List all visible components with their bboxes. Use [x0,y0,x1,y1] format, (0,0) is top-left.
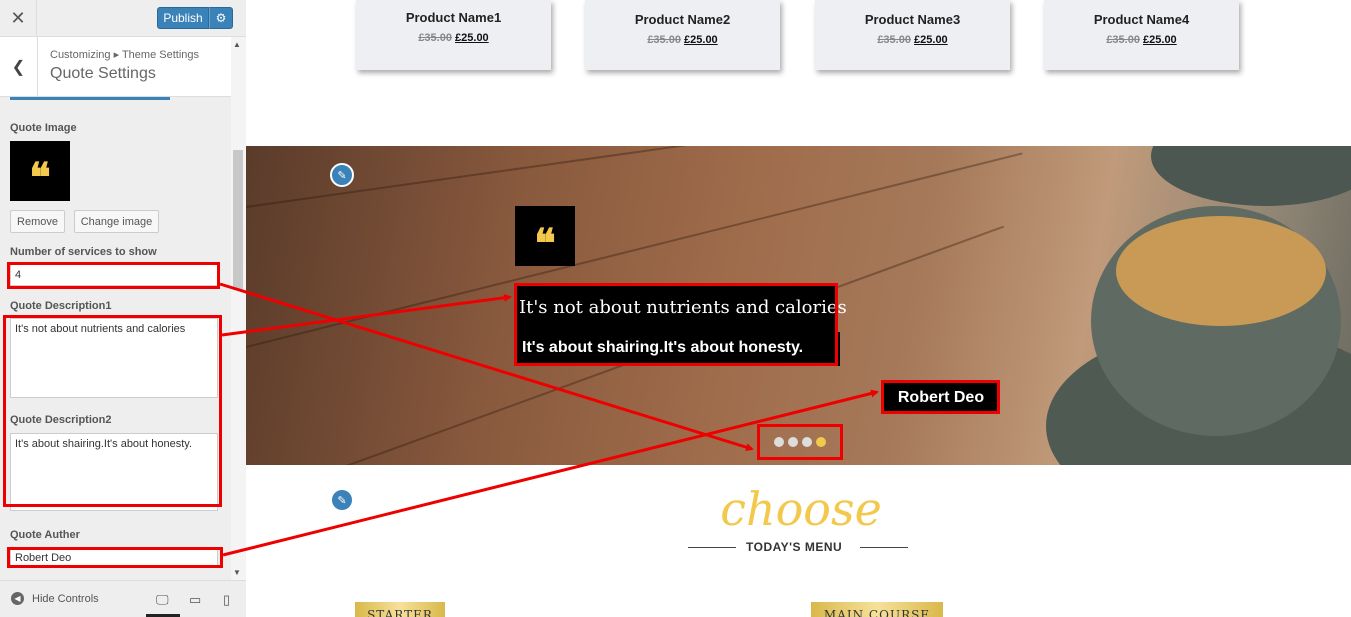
customizer-sidebar: ✕ Publish ⚙ ❮ Customizing ▸ Theme Settin… [0,0,246,617]
publish-button[interactable]: Publish [157,7,209,29]
close-icon[interactable]: ✕ [0,0,37,37]
sidebar-header: ❮ Customizing ▸ Theme Settings Quote Set… [0,37,231,97]
product-name: Product Name1 [405,10,502,25]
annotation-box [881,380,1000,414]
product-card[interactable]: Product Name2 £35.00 £25.00 [585,0,780,70]
scrollbar-thumb[interactable] [233,150,243,290]
product-price: £35.00 £25.00 [1044,34,1239,46]
back-arrow-icon[interactable]: ❮ [0,37,38,97]
annotation-box [7,547,223,568]
product-price: £35.00 £25.00 [815,34,1010,46]
old-price: £35.00 [1106,34,1140,46]
menu-tab-starter[interactable]: STARTER [355,602,445,617]
product-name: Product Name3 [864,12,961,27]
desktop-preview-icon[interactable]: 🖵 [156,592,169,608]
product-price: £35.00 £25.00 [356,32,551,44]
menu-tab-main-course[interactable]: MAIN COURSE [811,602,943,617]
product-card[interactable]: Product Name4 £35.00 £25.00 [1044,0,1239,70]
tablet-preview-icon[interactable]: ▭ [189,592,201,608]
divider-line [688,547,736,548]
annotation-box [7,262,220,289]
sidebar-topbar: ✕ Publish ⚙ [0,0,246,37]
sidebar-footer: ◀ Hide Controls 🖵 ▭ ▯ [0,580,246,617]
product-card[interactable]: Product Name3 £35.00 £25.00 [815,0,1010,70]
cup-image [1151,146,1351,206]
author-label: Quote Auther [10,529,80,541]
breadcrumb: Customizing ▸ Theme Settings [50,49,199,61]
services-label: Number of services to show [10,246,157,258]
annotation-box [757,424,843,460]
hide-controls-button[interactable]: Hide Controls [32,593,99,605]
desc1-label: Quote Description1 [10,300,112,312]
scrollbar[interactable] [231,37,246,580]
sale-price: £25.00 [455,32,489,44]
old-price: £35.00 [647,34,681,46]
page-title: Quote Settings [50,65,156,82]
sale-price: £25.00 [1143,34,1177,46]
quote-mark-icon: ❝ [515,206,575,267]
section-subheading: TODAY'S MENU [688,540,908,556]
edit-shortcut-icon[interactable]: ✎ [330,163,354,187]
coffee-image [1116,216,1326,326]
product-name: Product Name4 [1093,12,1190,27]
quote-image-thumbnail: ❝ [10,141,70,201]
product-price: £35.00 £25.00 [585,34,780,46]
scroll-up-icon[interactable]: ▲ [233,40,241,49]
remove-button[interactable]: Remove [10,210,65,233]
old-price: £35.00 [418,32,452,44]
annotation-box [3,315,222,507]
mobile-preview-icon[interactable]: ▯ [223,592,230,608]
section-divider [10,97,170,100]
annotation-box [514,283,838,366]
quote-mark-icon: ❝ [29,154,51,201]
gear-icon[interactable]: ⚙ [209,7,233,29]
divider-line [860,547,908,548]
quote-image-label: Quote Image [10,122,77,134]
product-name: Product Name2 [634,12,731,27]
change-image-button[interactable]: Change image [74,210,159,233]
old-price: £35.00 [877,34,911,46]
sale-price: £25.00 [684,34,718,46]
scroll-down-icon[interactable]: ▼ [233,568,241,577]
hide-controls-icon[interactable]: ◀ [11,592,24,605]
section-heading: choose [720,482,882,536]
sale-price: £25.00 [914,34,948,46]
subheading-text: TODAY'S MENU [746,540,843,554]
product-card[interactable]: Product Name1 £35.00 £25.00 [356,0,551,70]
